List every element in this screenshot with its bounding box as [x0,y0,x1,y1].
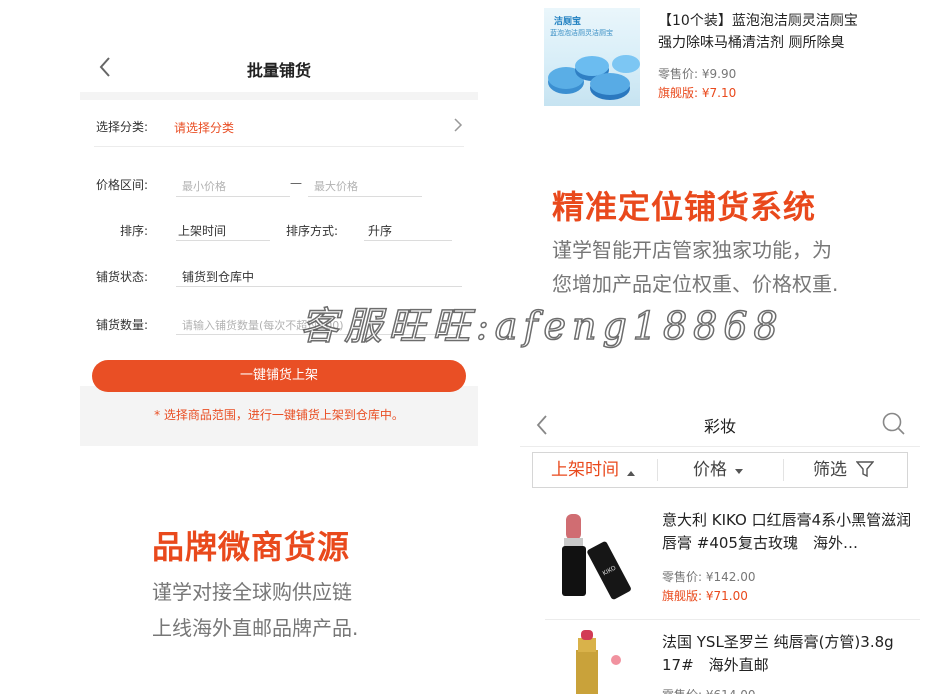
quantity-label: 铺货数量: [96,318,149,332]
divider [94,146,464,147]
top-product-title-line1[interactable]: 【10个装】蓝泡泡洁厕灵洁厕宝 [658,10,858,30]
ysl-lipstick-image[interactable] [560,630,640,694]
product-flagship-price: 旗舰版: ¥71.00 [662,589,748,603]
sort-separator [783,459,784,481]
status-underline [176,286,462,287]
sort-bar: 上架时间 价格 筛选 [532,452,908,488]
min-price-input[interactable]: 最小价格 [182,178,226,194]
promo-system-line2: 您增加产品定位权重、价格权重. [552,272,839,296]
sort-tab-listing-time[interactable]: 上架时间 [551,453,636,487]
max-price-input[interactable]: 最大价格 [314,178,358,194]
promo-brand-line2: 上线海外直邮品牌产品. [152,616,359,640]
sort-separator [657,459,658,481]
form-hint-note: * 选择商品范围，进行一键铺货上架到仓库中。 [154,408,404,422]
product-divider [545,619,920,620]
category-title: 彩妆 [703,417,736,436]
promo-brand-title: 品牌微商货源 [152,528,351,566]
watermark-text: 客服旺旺:afeng18868 [299,303,784,349]
sort-tab-label: 筛选 [813,460,847,480]
promo-system-line1: 谨学智能开店管家独家功能，为 [552,238,832,262]
price-range-label: 价格区间: [96,178,149,192]
sort-down-triangle-icon [735,469,744,474]
top-product-title-line2[interactable]: 强力除味马桶清洁剂 厕所除臭 [658,32,844,52]
top-product-retail-price: 零售价: ¥9.90 [658,67,737,81]
blue-tablets-image [548,55,640,100]
sort-mode-select[interactable]: 升序 [368,222,392,239]
kiko-lipstick-image[interactable]: KIKO [552,510,636,602]
sort-label: 排序: [120,224,149,238]
sort-mode-underline [364,240,452,241]
bulk-form-screen: 批量铺货 选择分类: 请选择分类 价格区间: 最小价格 — 最大价格 排序: 上… [80,42,478,446]
bulk-form-header: 批量铺货 [80,42,478,92]
one-click-stock-button[interactable]: 一键铺货上架 [92,360,466,392]
sort-tab-filter[interactable]: 筛选 [813,453,875,487]
product-retail-price: 零售价: ¥142.00 [662,570,756,584]
min-price-underline [176,196,290,197]
chevron-right-icon[interactable] [452,116,464,134]
product-retail-price: 零售价: ¥614.00 [662,686,755,694]
sort-tab-label: 价格 [693,460,727,480]
sort-underline [176,240,270,241]
product-title[interactable]: 法国 YSL圣罗兰 纯唇膏(方管)3.8g 17# 海外直邮 [662,631,912,677]
product-thumbnail[interactable]: 洁厕宝 蓝泡泡洁厕灵洁厕宝 [544,8,640,106]
price-range-dash: — [290,176,302,190]
page-title: 批量铺货 [246,61,311,80]
thumb-brand-text: 洁厕宝 [554,17,582,27]
search-icon[interactable] [880,410,908,438]
max-price-underline [308,196,422,197]
promo-system-title: 精准定位铺货系统 [552,188,817,226]
category-select-value[interactable]: 请选择分类 [174,119,234,136]
sort-tab-price[interactable]: 价格 [693,453,744,487]
sort-field-select[interactable]: 上架时间 [178,222,226,239]
thumb-sub-text: 蓝泡泡洁厕灵洁厕宝 [550,29,613,37]
sort-mode-label: 排序方式: [286,224,339,238]
status-select[interactable]: 铺货到仓库中 [182,268,254,285]
top-product-flagship-price: 旗舰版: ¥7.10 [658,86,737,100]
sort-up-triangle-icon [627,471,636,476]
status-label: 铺货状态: [96,270,149,284]
filter-funnel-icon [855,461,875,478]
product-title[interactable]: 意大利 KIKO 口红唇膏4系小黑管滋润唇膏 #405复古玫瑰 海外… [662,509,912,555]
category-label: 选择分类: [96,120,149,134]
header-divider [520,446,920,447]
promo-brand-line1: 谨学对接全球购供应链 [152,580,352,604]
sort-tab-label: 上架时间 [551,460,619,480]
